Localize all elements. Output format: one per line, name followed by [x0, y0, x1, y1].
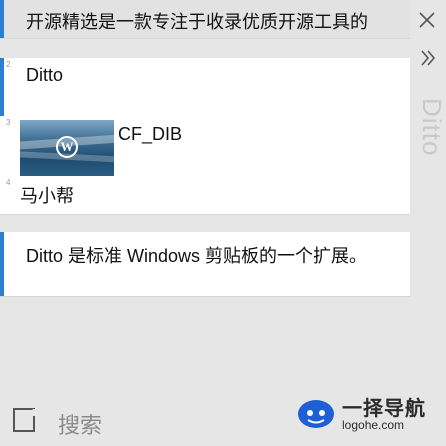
clip-index: 2 — [6, 60, 11, 69]
watermark: 一择导航 logohe.com — [296, 390, 446, 446]
search-box-icon — [13, 408, 36, 432]
clip-item[interactable]: 开源精选是一款专注于收录优质开源工具的 — [0, 0, 410, 39]
expand-button[interactable] — [418, 47, 438, 69]
clip-item-image[interactable]: 3 W CF_DIB — [0, 116, 410, 177]
search-placeholder: 搜索 — [58, 413, 103, 438]
watermark-subtitle: logohe.com — [342, 418, 405, 432]
close-button[interactable] — [417, 10, 437, 30]
clip-format: CF_DIB — [118, 124, 183, 144]
clip-text: 马小帮 — [20, 186, 74, 206]
clip-index: 3 — [6, 118, 11, 127]
window-title: Ditto — [417, 98, 446, 157]
selection-bar — [0, 58, 4, 116]
clip-index: 4 — [6, 178, 11, 187]
watermark-title: 一择导航 — [342, 398, 426, 420]
wordpress-logo-icon: W — [56, 136, 78, 158]
clip-item[interactable]: Ditto 是标准 Windows 剪贴板的一个扩展。 — [0, 232, 410, 297]
close-icon — [419, 12, 435, 28]
selection-bar — [0, 0, 4, 38]
clip-text: 开源精选是一款专注于收录优质开源工具的 — [26, 12, 368, 32]
clip-text: Ditto — [26, 65, 64, 85]
selection-bar — [0, 232, 4, 296]
clip-thumbnail: W — [20, 120, 114, 176]
clip-text: Ditto 是标准 Windows 剪贴板的一个扩展。 — [26, 246, 368, 266]
clip-item[interactable]: 2 Ditto — [0, 58, 410, 117]
clip-list: 开源精选是一款专注于收录优质开源工具的 2 Ditto 3 W CF_DIB 4… — [0, 0, 410, 380]
watermark-logo-icon — [298, 400, 334, 428]
search-input[interactable]: 搜索 — [0, 396, 300, 446]
clip-item[interactable]: 4 马小帮 — [0, 176, 410, 215]
double-chevron-right-icon — [421, 50, 436, 66]
